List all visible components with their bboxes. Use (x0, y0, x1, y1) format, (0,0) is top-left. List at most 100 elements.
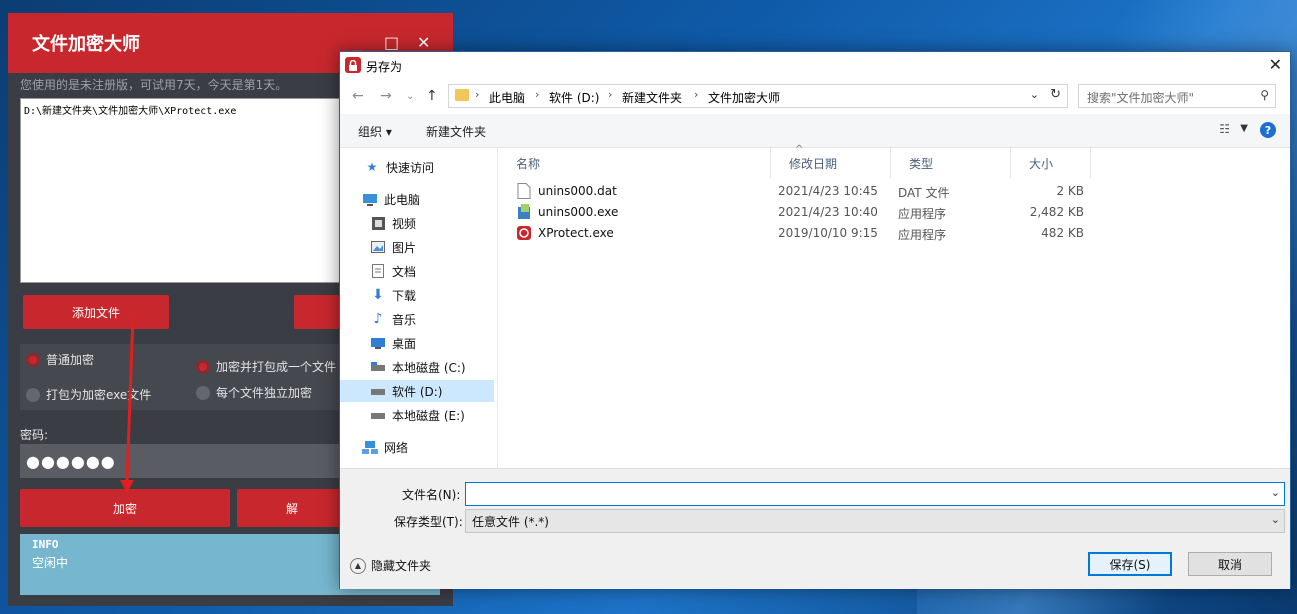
drive-icon (370, 408, 386, 422)
maximize-button[interactable]: □ (384, 33, 399, 52)
trial-notice: 您使用的是未注册版，可试用7天，今天是第1天。 (20, 78, 288, 92)
new-folder-button[interactable]: 新建文件夹 (426, 123, 486, 140)
radio-on-icon (26, 352, 40, 367)
app-title: 文件加密大师 (32, 34, 140, 55)
breadcrumb-item[interactable]: 新建文件夹 (622, 89, 682, 106)
chevron-down-icon[interactable]: ⌄ (1030, 88, 1039, 101)
search-input[interactable]: 搜索"文件加密大师" (1087, 89, 1194, 106)
option-label: 打包为加密exe文件 (46, 388, 152, 402)
radio-off-icon (26, 387, 40, 402)
chevron-down-icon[interactable]: ▼ (1240, 123, 1248, 134)
nav-item-drive-d[interactable]: 软件 (D:) (340, 380, 494, 402)
filetype-select[interactable]: 任意文件 (*.*) ⌄ (465, 509, 1285, 533)
nav-item-network[interactable]: 网络 (362, 436, 494, 458)
column-header-name[interactable]: 名称 (498, 148, 771, 178)
lock-app-icon (345, 57, 361, 73)
file-date: 2019/10/10 9:15 (778, 226, 878, 240)
nav-item-drive-e[interactable]: 本地磁盘 (E:) (370, 404, 494, 426)
file-size: 2,482 KB (1029, 205, 1084, 219)
navigation-pane: ★ 快速访问 此电脑 视频 图片 文档 ⬇ 下载 ♪ 音乐 桌面 本地磁盘 (C… (340, 148, 496, 468)
decrypt-button[interactable]: 解 (237, 489, 347, 527)
file-type: 应用程序 (898, 228, 947, 242)
forward-arrow-icon[interactable]: → (380, 88, 392, 104)
up-arrow-icon[interactable]: ↑ (426, 88, 438, 104)
table-row[interactable]: XProtect.exe 2019/10/10 9:15 应用程序 482 KB (498, 223, 1290, 244)
column-header-date[interactable]: 修改日期 (771, 148, 891, 178)
file-list[interactable]: D:\新建文件夹\文件加密大师\XProtect.exe (20, 98, 362, 283)
chevron-up-icon: ▲ (350, 557, 366, 574)
music-icon: ♪ (373, 311, 383, 327)
file-list-pane: ^ 名称 修改日期 类型 大小 unins000.dat 2021/4/23 1… (498, 144, 1290, 468)
breadcrumb-item[interactable]: 此电脑 (489, 89, 525, 106)
nav-item-pictures[interactable]: 图片 (370, 236, 494, 258)
nav-item-music[interactable]: ♪ 音乐 (370, 308, 494, 330)
nav-item-videos[interactable]: 视频 (370, 212, 494, 234)
organize-menu[interactable]: 组织 ▾ (358, 123, 392, 140)
document-icon (370, 264, 386, 278)
breadcrumb-item[interactable]: 文件加密大师 (708, 89, 780, 106)
installer-icon (518, 204, 530, 219)
info-title: INFO (32, 538, 59, 551)
option-encrypt-pack-single[interactable]: 加密并打包成一个文件 (196, 358, 336, 375)
view-options-icon[interactable]: ☷ (1219, 122, 1230, 136)
chevron-down-icon[interactable]: ⌄ (1271, 513, 1280, 526)
file-name: unins000.exe (538, 205, 619, 219)
file-icon (517, 183, 531, 199)
nav-item-downloads[interactable]: ⬇ 下载 (370, 284, 494, 306)
star-icon: ★ (366, 160, 378, 174)
encrypt-button[interactable]: 加密 (20, 489, 230, 527)
add-file-button[interactable]: 添加文件 (23, 295, 169, 329)
filename-input[interactable]: ⌄ (465, 482, 1285, 506)
lock-app-icon (517, 226, 531, 240)
close-button[interactable]: ✕ (417, 33, 430, 52)
filename-label: 文件名(N): (402, 488, 461, 502)
save-button[interactable]: 保存(S) (1088, 552, 1172, 576)
option-normal-encrypt[interactable]: 普通加密 (26, 351, 94, 368)
help-icon[interactable]: ? (1260, 122, 1276, 138)
command-bar: 组织 ▾ 新建文件夹 ☷ ▼ ? (340, 114, 1290, 148)
minimize-button[interactable]: _ (353, 33, 361, 52)
nav-item-drive-c[interactable]: 本地磁盘 (C:) (370, 356, 494, 378)
search-box[interactable]: 搜索"文件加密大师" ⚲ (1078, 84, 1276, 108)
table-row[interactable]: unins000.dat 2021/4/23 10:45 DAT 文件 2 KB (498, 181, 1290, 202)
address-bar[interactable]: › 此电脑 › 软件 (D:) › 新建文件夹 › 文件加密大师 ⌄ ↻ (448, 84, 1068, 108)
breadcrumb-item[interactable]: 软件 (D:) (549, 89, 599, 106)
nav-item-desktop[interactable]: 桌面 (370, 332, 494, 354)
column-header-size[interactable]: 大小 (1011, 148, 1091, 178)
table-row[interactable]: unins000.exe 2021/4/23 10:40 应用程序 2,482 … (498, 202, 1290, 223)
navigation-bar: ← → ⌄ ↑ › 此电脑 › 软件 (D:) › 新建文件夹 › 文件加密大师… (340, 80, 1290, 114)
back-arrow-icon[interactable]: ← (352, 88, 364, 104)
option-label: 加密并打包成一个文件 (216, 360, 337, 374)
file-size: 2 KB (1056, 184, 1084, 198)
save-as-dialog: 另存为 ✕ ← → ⌄ ↑ › 此电脑 › 软件 (D:) › 新建文件夹 › … (339, 51, 1291, 589)
file-name: XProtect.exe (538, 226, 614, 240)
hide-folders-toggle[interactable]: ▲ 隐藏文件夹 (350, 557, 431, 574)
file-date: 2021/4/23 10:45 (778, 184, 878, 198)
file-name: unins000.dat (538, 184, 617, 198)
chevron-down-icon[interactable]: ⌄ (1271, 486, 1280, 499)
save-options-area: 文件名(N): ⌄ 保存类型(T): 任意文件 (*.*) ⌄ ▲ 隐藏文件夹 … (340, 468, 1290, 589)
file-date: 2021/4/23 10:40 (778, 205, 878, 219)
column-header-type[interactable]: 类型 (891, 148, 1011, 178)
refresh-icon[interactable]: ↻ (1050, 87, 1061, 102)
list-item[interactable]: D:\新建文件夹\文件加密大师\XProtect.exe (24, 102, 236, 117)
file-size: 482 KB (1041, 226, 1084, 240)
cancel-button[interactable]: 取消 (1188, 552, 1272, 576)
nav-item-documents[interactable]: 文档 (370, 260, 494, 282)
option-each-file[interactable]: 每个文件独立加密 (196, 384, 312, 401)
computer-icon (362, 192, 378, 206)
recent-dropdown-icon[interactable]: ⌄ (406, 91, 414, 102)
dialog-titlebar: 另存为 ✕ (340, 52, 1290, 80)
search-icon[interactable]: ⚲ (1260, 88, 1269, 102)
nav-item-this-pc[interactable]: 此电脑 (362, 188, 494, 210)
nav-item-quick-access[interactable]: ★ 快速访问 (364, 156, 494, 178)
password-label: 密码: (20, 428, 49, 442)
password-input[interactable]: ●●●●●● (20, 444, 350, 478)
close-icon[interactable]: ✕ (1269, 55, 1282, 74)
download-icon: ⬇ (372, 287, 384, 303)
dialog-title: 另存为 (366, 60, 403, 74)
folder-icon (455, 89, 469, 101)
option-pack-exe[interactable]: 打包为加密exe文件 (26, 386, 151, 403)
drive-icon (370, 360, 386, 374)
radio-on-icon (196, 359, 210, 374)
